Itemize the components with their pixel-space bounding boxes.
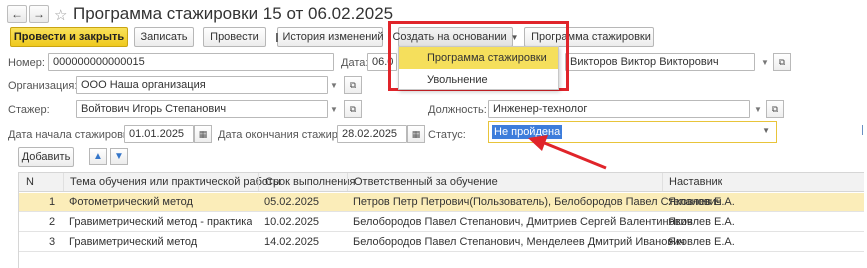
history-icon bbox=[276, 32, 279, 42]
row-topic: Гравиметрический метод - практика bbox=[69, 216, 253, 228]
mentor-field[interactable]: Викторов Виктор Викторович bbox=[565, 53, 755, 71]
number-field[interactable]: 000000000000015 bbox=[48, 53, 334, 71]
position-field[interactable]: Инженер-технолог bbox=[488, 100, 750, 118]
post-button[interactable]: Провести bbox=[203, 27, 266, 47]
post-and-close-button[interactable]: Провести и закрыть bbox=[10, 27, 128, 47]
training-table: N Тема обучения или практической работы … bbox=[18, 172, 864, 268]
edge-marker bbox=[862, 125, 867, 135]
end-date-field[interactable]: 28.02.2025 bbox=[337, 125, 407, 143]
trainee-field[interactable]: Войтович Игорь Степанович bbox=[76, 100, 328, 118]
end-calendar-icon[interactable]: ▦ bbox=[407, 125, 425, 143]
page-title: Программа стажировки 15 от 06.02.2025 bbox=[73, 4, 394, 23]
table-header: N Тема обучения или практической работы … bbox=[19, 172, 864, 192]
row-responsible: Белобородов Павел Степанович, Менделеев … bbox=[353, 236, 686, 248]
move-up-icon[interactable]: ▲ bbox=[89, 148, 107, 165]
annotation-arrow-icon bbox=[528, 135, 607, 170]
row-number: 3 bbox=[49, 236, 56, 248]
mentor-open-icon[interactable]: ⧉ bbox=[773, 53, 791, 71]
row-topic: Фотометрический метод bbox=[69, 196, 193, 208]
row-mentor: Яковлев Е.А. bbox=[668, 216, 735, 228]
save-button[interactable]: Записать bbox=[134, 27, 194, 47]
create-based-on-menu: Программа стажировки Увольнение bbox=[398, 46, 559, 90]
row-topic: Гравиметрический метод bbox=[69, 236, 198, 248]
table-row[interactable]: 1 Фотометрический метод 05.02.2025 Петро… bbox=[19, 193, 864, 212]
column-header-responsible[interactable]: Ответственный за обучение bbox=[347, 173, 498, 191]
org-open-icon[interactable]: ⧉ bbox=[344, 76, 362, 94]
org-label: Организация: bbox=[8, 80, 78, 92]
column-header-topic[interactable]: Тема обучения или практической работы bbox=[63, 173, 281, 191]
row-responsible: Петров Петр Петрович(Пользователь), Бело… bbox=[353, 196, 722, 208]
start-date-label: Дата начала стажировки: bbox=[8, 129, 137, 141]
start-date-field[interactable]: 01.01.2025 bbox=[124, 125, 194, 143]
position-label: Должность: bbox=[428, 104, 487, 116]
trainee-open-icon[interactable]: ⧉ bbox=[344, 100, 362, 118]
row-deadline: 14.02.2025 bbox=[264, 236, 320, 248]
forward-button[interactable]: → bbox=[29, 5, 49, 23]
forward-arrow-icon: → bbox=[33, 7, 45, 21]
organization-field[interactable]: ООО Наша организация bbox=[76, 76, 328, 94]
table-row[interactable]: 2 Гравиметрический метод - практика 10.0… bbox=[19, 213, 864, 232]
menu-item-training-program[interactable]: Программа стажировки bbox=[399, 47, 558, 69]
row-number: 1 bbox=[49, 196, 56, 208]
back-button[interactable]: ← bbox=[7, 5, 27, 23]
menu-item-dismissal[interactable]: Увольнение bbox=[399, 69, 558, 91]
number-label: Номер: bbox=[8, 57, 45, 69]
position-open-icon[interactable]: ⧉ bbox=[766, 100, 784, 118]
trainee-label: Стажер: bbox=[8, 104, 50, 116]
position-dropdown-icon[interactable]: ▼ bbox=[750, 101, 766, 117]
org-dropdown-icon[interactable]: ▼ bbox=[326, 77, 342, 93]
history-button[interactable]: История изменений bbox=[276, 27, 384, 47]
star-icon[interactable]: ☆ bbox=[54, 6, 67, 24]
row-deadline: 10.02.2025 bbox=[264, 216, 320, 228]
add-button[interactable]: Добавить bbox=[18, 147, 74, 167]
column-header-deadline[interactable]: Срок выполнения bbox=[258, 173, 355, 191]
row-mentor: Яковлев Е.А. bbox=[668, 196, 735, 208]
back-arrow-icon: ← bbox=[11, 7, 23, 21]
start-calendar-icon[interactable]: ▦ bbox=[194, 125, 212, 143]
column-header-n[interactable]: N bbox=[26, 173, 34, 191]
row-deadline: 05.02.2025 bbox=[264, 196, 320, 208]
table-row[interactable]: 3 Гравиметрический метод 14.02.2025 Бело… bbox=[19, 233, 864, 252]
date-label: Дата: bbox=[341, 57, 369, 69]
row-number: 2 bbox=[49, 216, 56, 228]
column-header-mentor[interactable]: Наставник bbox=[662, 173, 722, 191]
row-mentor: Яковлев Е.А. bbox=[668, 236, 735, 248]
mentor-dropdown-icon[interactable]: ▼ bbox=[757, 54, 773, 70]
row-responsible: Белобородов Павел Степанович, Дмитриев С… bbox=[353, 216, 693, 228]
move-down-icon[interactable]: ▼ bbox=[110, 148, 128, 165]
status-label: Статус: bbox=[428, 129, 466, 141]
trainee-dropdown-icon[interactable]: ▼ bbox=[326, 101, 342, 117]
status-dropdown-icon[interactable]: ▼ bbox=[762, 126, 770, 135]
